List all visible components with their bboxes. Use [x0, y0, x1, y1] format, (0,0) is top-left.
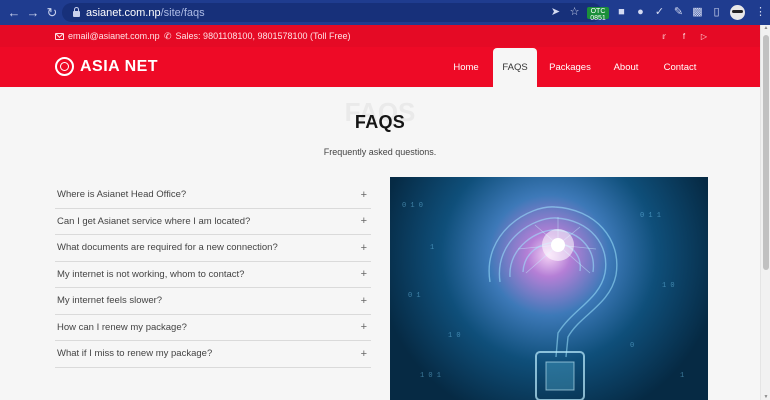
faq-item[interactable]: My internet is not working, whom to cont… — [55, 262, 371, 288]
menu-dots-icon[interactable]: ⋮ — [751, 3, 770, 22]
nav-packages[interactable]: Packages — [545, 48, 595, 87]
mail-icon — [55, 32, 64, 40]
url-path: /site/faqs — [160, 6, 205, 19]
site-header: email@asianet.com.np ✆ Sales: 9801108100… — [0, 25, 760, 87]
question-mark-brain-illustration: 0 1 0 1 0 1 1 0 0 1 1 1 0 0 1 1 0 1 — [402, 202, 684, 400]
faq-item[interactable]: Can I get Asianet service where I am loc… — [55, 209, 371, 235]
nav-home[interactable]: Home — [446, 48, 486, 87]
faq-question: Where is Asianet Head Office? — [57, 189, 187, 201]
faq-accordion: Where is Asianet Head Office? + Can I ge… — [55, 182, 371, 368]
scroll-down-icon[interactable]: ▼ — [761, 394, 770, 400]
site-logo[interactable]: ASIA NET — [55, 57, 158, 76]
svg-text:1: 1 — [430, 244, 434, 252]
svg-text:0 1 0: 0 1 0 — [402, 202, 423, 210]
reload-icon[interactable]: ↻ — [44, 5, 60, 21]
forward-icon[interactable]: → — [25, 5, 41, 21]
svg-text:0 1 1: 0 1 1 — [640, 212, 661, 220]
check-icon[interactable]: ✓ — [650, 3, 669, 22]
profile-avatar[interactable] — [730, 5, 745, 20]
faq-item[interactable]: What if I miss to renew my package? + — [55, 341, 371, 368]
scroll-up-icon[interactable]: ▲ — [761, 25, 770, 31]
faq-item[interactable]: How can I renew my package? + — [55, 315, 371, 341]
expand-plus-icon[interactable]: + — [361, 215, 367, 227]
bookmark-star-icon[interactable]: ☆ — [565, 3, 584, 22]
faq-question: Can I get Asianet service where I am loc… — [57, 215, 251, 227]
svg-text:1 0 1: 1 0 1 — [420, 372, 441, 380]
address-bar[interactable]: asianet.com.np/site/faqs — [62, 3, 602, 22]
top-contact-bar: email@asianet.com.np ✆ Sales: 9801108100… — [0, 25, 760, 47]
logo-text: ASIA NET — [80, 57, 159, 75]
faq-question: My internet is not working, whom to cont… — [57, 268, 245, 280]
faq-question: What documents are required for a new co… — [57, 242, 278, 254]
puzzle-icon[interactable]: ▩ — [688, 3, 707, 22]
expand-plus-icon[interactable]: + — [361, 348, 367, 360]
browser-toolbar: ← → ↻ asianet.com.np/site/faqs ➤ ☆ OTC 0… — [0, 0, 770, 25]
lock-icon[interactable] — [68, 5, 84, 21]
url-text[interactable]: asianet.com.np/site/faqs — [86, 7, 205, 19]
faq-question: How can I renew my package? — [57, 321, 187, 333]
expand-plus-icon[interactable]: + — [361, 189, 367, 201]
extension-icon[interactable]: ● — [631, 3, 650, 22]
scrollbar-thumb[interactable] — [763, 35, 769, 270]
nav-about[interactable]: About — [606, 48, 646, 87]
faq-item[interactable]: My internet feels slower? + — [55, 288, 371, 315]
expand-plus-icon[interactable]: + — [361, 321, 367, 333]
svg-text:1 0: 1 0 — [662, 282, 675, 290]
phone-icon: ✆ — [164, 30, 172, 41]
back-icon[interactable]: ← — [6, 5, 22, 21]
svg-text:1: 1 — [680, 372, 684, 380]
page-title: FAQS — [354, 112, 406, 132]
faq-question: What if I miss to renew my package? — [57, 348, 213, 360]
faq-item[interactable]: What documents are required for a new co… — [55, 235, 371, 262]
svg-text:0: 0 — [630, 342, 634, 350]
faq-hero-image: 0 1 0 1 0 1 1 0 0 1 1 1 0 0 1 1 0 1 — [390, 177, 708, 400]
nav-faqs[interactable]: FAQS — [493, 48, 537, 87]
faq-question: My internet feels slower? — [57, 295, 163, 307]
send-icon[interactable]: ➤ — [546, 3, 565, 22]
expand-plus-icon[interactable]: + — [361, 295, 367, 307]
page-subtitle: Frequently asked questions. — [323, 147, 437, 157]
extension-badge[interactable]: OTC 0851 — [587, 6, 609, 22]
edit-icon[interactable]: ✎ — [669, 3, 688, 22]
sidebar-icon[interactable]: ▯ — [707, 3, 726, 22]
extension-icon[interactable]: ■ — [612, 3, 631, 22]
url-host: asianet.com.np — [86, 6, 161, 19]
youtube-icon[interactable]: ▷ — [698, 25, 710, 47]
faq-item[interactable]: Where is Asianet Head Office? + — [55, 182, 371, 209]
expand-plus-icon[interactable]: + — [361, 268, 367, 280]
globe-logo-icon — [55, 57, 74, 76]
expand-plus-icon[interactable]: + — [361, 242, 367, 254]
svg-text:0 1: 0 1 — [408, 292, 421, 300]
svg-text:1 0: 1 0 — [448, 332, 461, 340]
page-scrollbar[interactable]: ▲ ▼ — [760, 25, 770, 400]
sales-text: Sales: 9801108100, 9801578100 (Toll Free… — [175, 31, 351, 41]
facebook-icon[interactable]: f — [678, 25, 690, 47]
email-contact[interactable]: email@asianet.com.np — [55, 25, 160, 47]
twitter-icon[interactable]: 𝕣 — [658, 25, 670, 47]
extensions-area: ➤ ☆ OTC 0851 ■ ● ✓ ✎ ▩ ▯ ⋮ — [546, 3, 770, 22]
nav-contact[interactable]: Contact — [656, 48, 704, 87]
sales-contact[interactable]: ✆ Sales: 9801108100, 9801578100 (Toll Fr… — [164, 25, 351, 47]
email-text: email@asianet.com.np — [68, 31, 160, 41]
